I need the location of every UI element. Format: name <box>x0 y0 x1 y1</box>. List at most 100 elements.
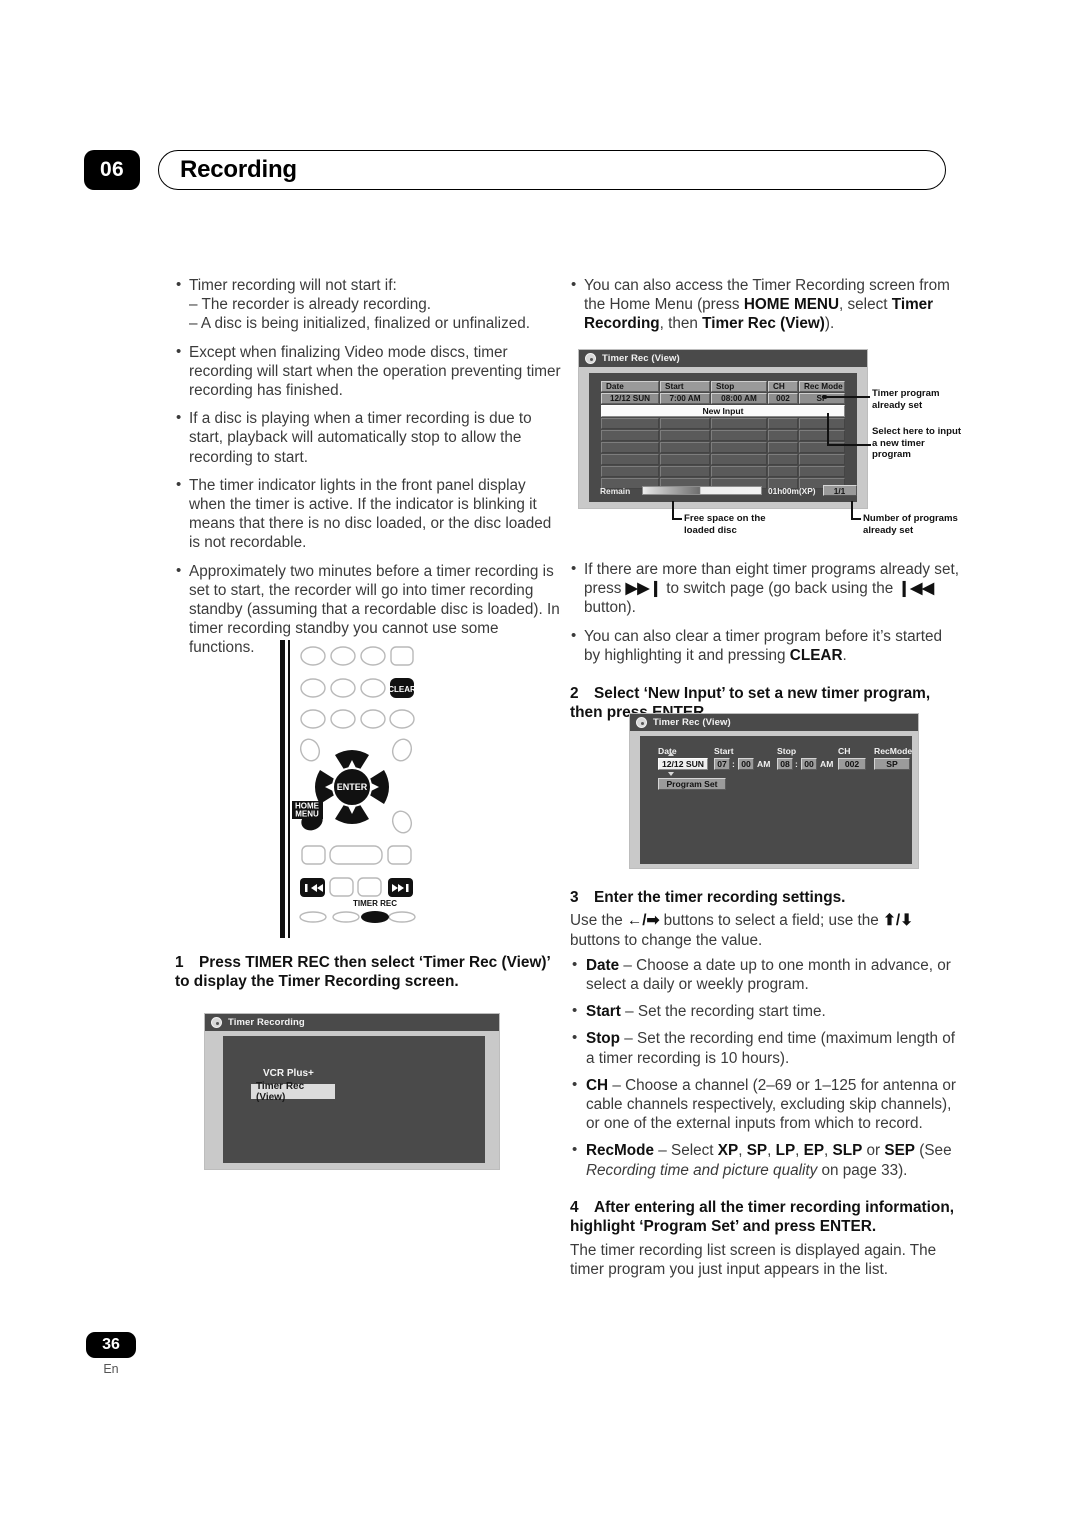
step-1-block: 1 Press TIMER REC then select ‘Timer Rec … <box>175 953 565 996</box>
field-start-ampm[interactable]: AM <box>757 759 770 769</box>
callout-free-space: Free space on the loaded disc <box>684 513 794 536</box>
list-item: RecMode – Select XP, SP, LP, EP, SLP or … <box>570 1140 960 1179</box>
osd-title: Timer Rec (View) <box>602 353 680 364</box>
callout-leader-line <box>672 518 682 520</box>
cell-empty <box>660 418 710 429</box>
cell-empty <box>711 418 767 429</box>
step-4-body: The timer recording list screen is displ… <box>570 1241 937 1278</box>
cell-empty <box>799 466 845 477</box>
table-row-new-input[interactable]: New Input <box>601 405 845 417</box>
new-input-row[interactable]: New Input <box>601 405 845 417</box>
right-bullet-list-top: You can also access the Timer Recording … <box>570 275 960 334</box>
intro-text: buttons to select a field; use the <box>659 912 883 930</box>
cell-empty <box>768 454 798 465</box>
setting-desc: – Set the recording start time. <box>620 1003 826 1021</box>
field-stop-min[interactable]: 00 <box>801 758 817 770</box>
list-item: If a disc is playing when a timer record… <box>175 408 565 467</box>
arrow-down-icon <box>668 772 674 776</box>
mode-sp: SP <box>746 1142 768 1160</box>
heading-recmode: RecMode <box>874 746 913 756</box>
field-stop-hour[interactable]: 08 <box>777 758 793 770</box>
column-header-recmode: Rec Mode <box>799 381 845 392</box>
field-start-hour[interactable]: 07 <box>714 758 730 770</box>
setting-desc: (See <box>915 1142 952 1160</box>
field-date[interactable]: 12/12 SUN <box>658 758 708 770</box>
field-start-min[interactable]: 00 <box>738 758 754 770</box>
mode-xp: XP <box>717 1142 739 1160</box>
column-header-ch: CH <box>768 381 798 392</box>
field-recmode[interactable]: SP <box>874 758 910 770</box>
svg-text:TIMER REC: TIMER REC <box>353 899 397 908</box>
clear-button-graphic: CLEAR <box>388 678 416 698</box>
osd-titlebar: Timer Rec (View) <box>630 714 918 731</box>
mode-ep: EP <box>803 1142 825 1160</box>
colon-separator: : <box>795 759 798 769</box>
chapter-number-badge: 06 <box>84 150 140 190</box>
heading-start: Start <box>714 746 734 756</box>
cell-empty <box>601 418 659 429</box>
heading-stop: Stop <box>777 746 797 756</box>
skip-forward-icon: ▶▶❙ <box>625 580 663 598</box>
table-row[interactable] <box>601 430 845 441</box>
table-row[interactable] <box>601 454 845 465</box>
list-item: The timer indicator lights in the front … <box>175 475 565 553</box>
callout-text: Timer program already set <box>872 388 940 411</box>
step-text: After entering all the timer recording i… <box>570 1198 955 1236</box>
setting-term-start: Start <box>586 1003 621 1021</box>
intro-text: Use the <box>570 912 627 930</box>
step-3-intro: Use the ←/➡ buttons to select a field; u… <box>570 911 960 949</box>
column-header-stop: Stop <box>711 381 767 392</box>
table-row[interactable] <box>601 466 845 477</box>
field-ch[interactable]: 002 <box>838 758 866 770</box>
callout-leader-line <box>822 396 870 398</box>
skip-forward-button-graphic <box>388 878 413 897</box>
menu-item-timer-rec-view[interactable]: Timer Rec (View) <box>251 1081 335 1103</box>
list-item: Timer recording will not start if: – The… <box>175 275 565 334</box>
bullet-text: button). <box>584 599 636 617</box>
cell-empty <box>768 466 798 477</box>
screenshot-program-set: Timer Rec (View) Date Start Stop CH RecM… <box>629 713 919 869</box>
table-row[interactable]: 12/12 SUN 7:00 AM 08:00 AM 002 SP <box>601 393 845 404</box>
osd-title: Timer Recording <box>228 1017 305 1028</box>
setting-term-stop: Stop <box>586 1030 620 1048</box>
cell-empty <box>768 442 798 453</box>
callout-timer-program-set: Timer program already set <box>872 388 958 411</box>
remain-label: Remain <box>600 485 631 496</box>
arrow-up-icon <box>668 752 674 756</box>
right-column-bottom: 3 Enter the timer recording settings. Use… <box>570 888 960 1279</box>
remain-status-row: Remain 01h00m(XP) 1/1 <box>600 484 866 497</box>
right-column-top: You can also access the Timer Recording … <box>570 275 960 343</box>
mode-lp: LP <box>775 1142 796 1160</box>
remain-time-value: 01h00m(XP) <box>768 485 816 496</box>
step-number: 3 <box>570 889 579 906</box>
field-stop-ampm[interactable]: AM <box>820 759 833 769</box>
cell-empty <box>601 466 659 477</box>
table-row[interactable] <box>601 418 845 429</box>
bullet-text: ). <box>824 315 835 333</box>
mode-sep: SEP <box>884 1142 916 1160</box>
list-item: If there are more than eight timer progr… <box>570 559 960 618</box>
cell-empty <box>799 418 845 429</box>
heading-ch: CH <box>838 746 851 756</box>
cell-empty <box>711 430 767 441</box>
list-item: Start – Set the recording start time. <box>570 1001 960 1021</box>
timer-list-frame: Date Start Stop CH Rec Mode 12/12 SUN 7:… <box>589 373 857 502</box>
step-3-heading: 3 Enter the timer recording settings. <box>570 888 960 907</box>
cell-empty <box>660 442 710 453</box>
table-header-row: Date Start Stop CH Rec Mode <box>601 381 845 392</box>
bullet-subline: – The recorder is already recording. <box>189 296 432 314</box>
right-column-middle: If there are more than eight timer progr… <box>570 559 960 727</box>
table-row[interactable] <box>601 442 845 453</box>
program-set-button[interactable]: Program Set <box>658 778 726 790</box>
setting-desc: – Choose a channel (2–69 or 1–125 for an… <box>586 1076 956 1133</box>
list-item: Except when finalizing Video mode discs,… <box>175 342 565 401</box>
bullet-text: If a disc is playing when a timer record… <box>189 410 532 466</box>
callout-leader-vertical <box>672 501 674 519</box>
enter-button-label: ENTER <box>337 782 368 792</box>
language-code: En <box>103 1362 119 1376</box>
free-space-bar <box>642 486 762 495</box>
bullet-text: Timer recording will not start if: <box>189 277 397 294</box>
cell-empty <box>711 466 767 477</box>
callout-text: Free space on the loaded disc <box>684 513 766 536</box>
screenshot-timer-rec-view-list: Timer Rec (View) Date Start Stop CH Rec … <box>578 349 868 509</box>
